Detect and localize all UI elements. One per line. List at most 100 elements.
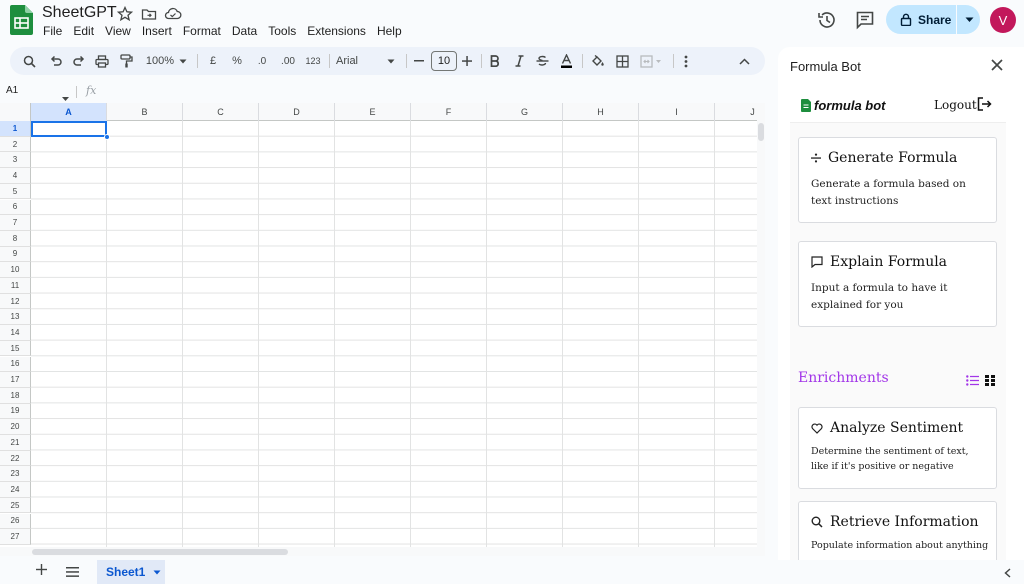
italic-icon[interactable]: [511, 52, 527, 70]
column-header-b[interactable]: B: [107, 103, 183, 121]
menu-insert[interactable]: Insert: [142, 24, 172, 38]
share-button[interactable]: Share: [886, 5, 954, 34]
zoom-select[interactable]: 100%: [142, 52, 178, 70]
menu-help[interactable]: Help: [377, 24, 402, 38]
redo-icon[interactable]: [70, 52, 88, 70]
number-format-button[interactable]: 123: [303, 52, 323, 70]
menu-extensions[interactable]: Extensions: [307, 24, 366, 38]
font-size-input[interactable]: 10: [431, 51, 457, 71]
row-header-6[interactable]: 6: [0, 199, 31, 216]
horizontal-scroll-thumb[interactable]: [32, 549, 288, 555]
collapse-menus-icon[interactable]: [736, 52, 752, 70]
column-header-j[interactable]: J: [715, 103, 757, 121]
fill-handle[interactable]: [104, 134, 110, 140]
menu-file[interactable]: File: [43, 24, 62, 38]
vertical-scrollbar[interactable]: [757, 103, 765, 547]
menu-view[interactable]: View: [105, 24, 131, 38]
text-color-icon[interactable]: [558, 52, 574, 70]
column-header-a[interactable]: A: [31, 103, 107, 121]
row-header-14[interactable]: 14: [0, 325, 31, 341]
row-header-1[interactable]: 1: [0, 121, 31, 137]
vertical-scroll-thumb[interactable]: [758, 123, 764, 141]
cell-area[interactable]: [31, 121, 757, 547]
close-icon[interactable]: [990, 58, 1004, 77]
sheet-tab-chevron-icon[interactable]: [153, 570, 161, 575]
currency-format-button[interactable]: £: [206, 52, 220, 70]
share-options-button[interactable]: [958, 5, 980, 34]
list-view-icon[interactable]: [966, 373, 979, 391]
row-header-27[interactable]: 27: [0, 529, 31, 545]
sheets-logo-icon[interactable]: [10, 5, 33, 35]
more-options-icon[interactable]: [679, 52, 693, 70]
generate-formula-card[interactable]: Generate Formula Generate a formula base…: [798, 137, 997, 223]
select-all-corner[interactable]: [0, 103, 31, 121]
grid-view-icon[interactable]: [985, 373, 995, 391]
column-header-d[interactable]: D: [259, 103, 335, 121]
fill-color-icon[interactable]: [590, 52, 606, 70]
row-header-17[interactable]: 17: [0, 372, 31, 388]
search-menus-icon[interactable]: [20, 52, 38, 70]
menu-tools[interactable]: Tools: [268, 24, 296, 38]
menu-data[interactable]: Data: [232, 24, 257, 38]
sheet-tab[interactable]: Sheet1: [97, 560, 165, 584]
horizontal-scrollbar[interactable]: [0, 547, 765, 556]
logout-link[interactable]: Logout: [934, 98, 977, 112]
move-folder-icon[interactable]: [141, 6, 159, 24]
add-sheet-icon[interactable]: [36, 562, 47, 579]
version-history-icon[interactable]: [816, 9, 838, 31]
decrease-font-size-icon[interactable]: [413, 52, 425, 70]
row-header-16[interactable]: 16: [0, 356, 31, 373]
row-header-5[interactable]: 5: [0, 183, 31, 200]
strikethrough-icon[interactable]: [534, 52, 550, 70]
row-header-3[interactable]: 3: [0, 152, 31, 169]
column-header-c[interactable]: C: [183, 103, 259, 121]
column-header-i[interactable]: I: [639, 103, 715, 121]
font-chevron-icon[interactable]: [386, 52, 396, 70]
row-header-18[interactable]: 18: [0, 387, 31, 404]
document-title[interactable]: SheetGPT: [42, 4, 117, 22]
row-header-12[interactable]: 12: [0, 293, 31, 310]
row-header-2[interactable]: 2: [0, 136, 31, 153]
bold-icon[interactable]: [487, 52, 503, 70]
percent-format-button[interactable]: %: [230, 52, 244, 70]
column-header-g[interactable]: G: [487, 103, 563, 121]
row-header-11[interactable]: 11: [0, 278, 31, 294]
explain-formula-card[interactable]: Explain Formula Input a formula to have …: [798, 241, 997, 327]
increase-font-size-icon[interactable]: [461, 52, 473, 70]
user-avatar[interactable]: V: [990, 7, 1016, 33]
row-header-10[interactable]: 10: [0, 262, 31, 278]
row-header-4[interactable]: 4: [0, 168, 31, 184]
column-header-f[interactable]: F: [411, 103, 487, 121]
column-header-e[interactable]: E: [335, 103, 411, 121]
row-header-9[interactable]: 9: [0, 246, 31, 263]
column-header-h[interactable]: H: [563, 103, 639, 121]
undo-icon[interactable]: [46, 52, 64, 70]
chevron-left-icon[interactable]: [1004, 565, 1011, 583]
row-header-22[interactable]: 22: [0, 450, 31, 467]
row-header-19[interactable]: 19: [0, 403, 31, 420]
borders-icon[interactable]: [614, 52, 630, 70]
row-header-13[interactable]: 13: [0, 309, 31, 326]
row-header-21[interactable]: 21: [0, 435, 31, 451]
increase-decimal-button[interactable]: .00: [277, 52, 299, 70]
row-header-23[interactable]: 23: [0, 466, 31, 483]
row-header-26[interactable]: 26: [0, 513, 31, 530]
retrieve-information-card[interactable]: Retrieve Information Populate informatio…: [798, 501, 997, 560]
decrease-decimal-button[interactable]: .0: [253, 52, 271, 70]
row-header-20[interactable]: 20: [0, 419, 31, 435]
row-header-7[interactable]: 7: [0, 215, 31, 231]
comments-icon[interactable]: [854, 9, 876, 31]
row-header-8[interactable]: 8: [0, 230, 31, 247]
name-box[interactable]: A1: [6, 85, 18, 96]
logout-icon[interactable]: [977, 97, 992, 116]
paint-format-icon[interactable]: [117, 52, 135, 70]
row-header-15[interactable]: 15: [0, 340, 31, 357]
row-header-25[interactable]: 25: [0, 497, 31, 514]
row-header-24[interactable]: 24: [0, 482, 31, 498]
menu-edit[interactable]: Edit: [73, 24, 94, 38]
active-cell-a1[interactable]: [31, 121, 107, 137]
all-sheets-icon[interactable]: [66, 564, 79, 582]
print-icon[interactable]: [93, 52, 111, 70]
cloud-status-icon[interactable]: [164, 6, 182, 24]
menu-format[interactable]: Format: [183, 24, 221, 38]
